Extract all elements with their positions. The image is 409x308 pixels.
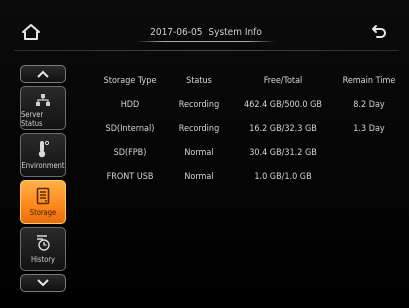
table-row: FRONT USB Normal 1.0 GB/1.0 GB [92, 172, 402, 196]
sidebar-item-label: History [30, 255, 55, 264]
status-cell: Recording [178, 124, 220, 134]
back-arrow-icon [372, 25, 386, 38]
history-icon [35, 234, 51, 252]
sidebar-item-label: Environment [21, 161, 65, 170]
sidebar-item-server-status[interactable]: Server Status [20, 86, 66, 130]
table-header-row: Storage Type Status Free/Total Remain Ti… [92, 76, 402, 100]
screen: 2017-06-05 System Info Server Status Env… [0, 0, 409, 308]
sidebar: Server Status Environment Storage Histor… [20, 65, 68, 295]
table-row: SD(FPB) Normal 30.4 GB/31.2 GB [92, 148, 402, 172]
column-header: Remain Time [342, 76, 396, 86]
free-total-cell: 16.2 GB/32.3 GB [249, 124, 317, 134]
storage-table: Storage Type Status Free/Total Remain Ti… [92, 76, 402, 196]
chevron-down-icon [37, 279, 49, 287]
storage-icon [36, 187, 50, 205]
table-row: SD(Internal) Recording 16.2 GB/32.3 GB 1… [92, 124, 402, 148]
column-header: Status [186, 76, 212, 86]
status-cell: Normal [184, 172, 214, 182]
remain-time-cell: 8.2 Day [353, 100, 385, 110]
page-title: 2017-06-05 System Info [136, 21, 276, 43]
header-date: 2017-06-05 [150, 26, 203, 38]
free-total-cell: 30.4 GB/31.2 GB [249, 148, 317, 158]
thermometer-icon [35, 140, 51, 158]
home-button[interactable] [18, 19, 44, 45]
home-icon [22, 24, 40, 40]
storage-type-cell: FRONT USB [106, 172, 154, 182]
remain-time-cell: 1.3 Day [353, 124, 385, 134]
free-total-cell: 462.4 GB/500.0 GB [244, 100, 322, 110]
title-underline [136, 41, 276, 42]
column-header: Free/Total [263, 76, 303, 86]
storage-type-cell: SD(Internal) [105, 124, 155, 134]
sidebar-item-environment[interactable]: Environment [20, 133, 66, 177]
header: 2017-06-05 System Info [14, 14, 398, 50]
scroll-up-button[interactable] [20, 65, 66, 83]
sidebar-item-storage[interactable]: Storage [20, 180, 66, 224]
header-divider [14, 50, 399, 51]
sidebar-item-label: Storage [29, 208, 57, 217]
back-button[interactable] [366, 19, 392, 45]
column-header: Storage Type [103, 76, 157, 86]
network-icon [35, 89, 51, 107]
chevron-up-icon [37, 70, 49, 78]
storage-type-cell: SD(FPB) [113, 148, 147, 158]
status-cell: Recording [178, 100, 220, 110]
storage-type-cell: HDD [120, 100, 140, 110]
sidebar-item-history[interactable]: History [20, 227, 66, 271]
sidebar-item-label: Server Status [21, 109, 44, 128]
header-title: System Info [208, 26, 262, 38]
status-cell: Normal [184, 148, 214, 158]
table-row: HDD Recording 462.4 GB/500.0 GB 8.2 Day [92, 100, 402, 124]
scroll-down-button[interactable] [20, 274, 66, 292]
free-total-cell: 1.0 GB/1.0 GB [254, 172, 312, 182]
